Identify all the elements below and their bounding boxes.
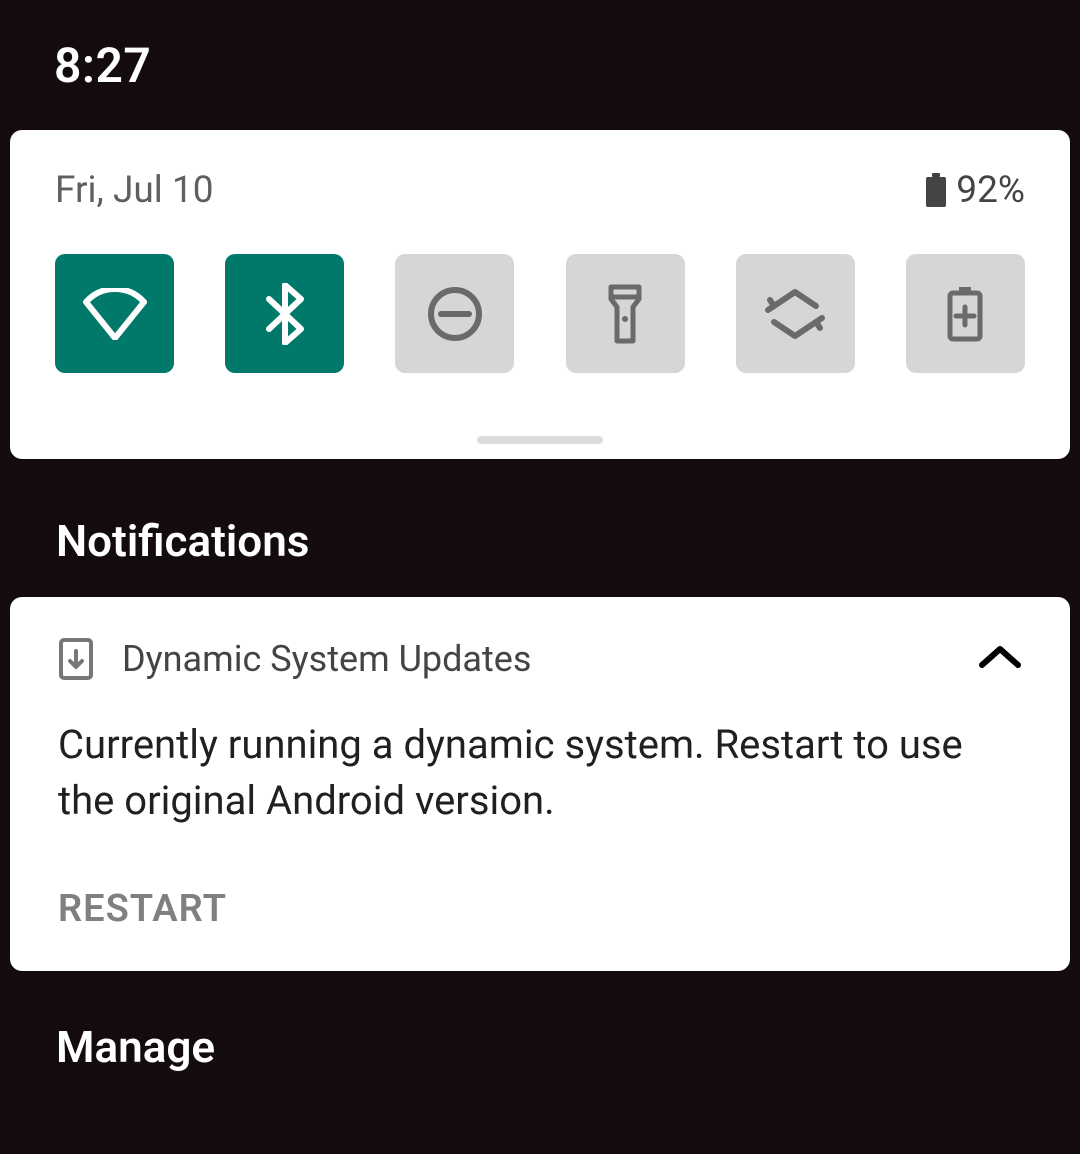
notifications-header: Notifications	[0, 459, 1080, 567]
notification-card[interactable]: Dynamic System Updates Currently running…	[10, 597, 1070, 971]
notification-body: Currently running a dynamic system. Rest…	[58, 717, 1022, 829]
tile-auto-rotate[interactable]	[736, 254, 855, 373]
tile-battery-saver[interactable]	[906, 254, 1025, 373]
status-bar: 8:27	[0, 0, 1080, 130]
system-update-icon	[58, 637, 94, 681]
date-label: Fri, Jul 10	[55, 169, 214, 212]
restart-button[interactable]: RESTART	[58, 887, 227, 931]
qs-tiles	[55, 254, 1025, 373]
flashlight-icon	[605, 283, 645, 345]
battery-percent: 92%	[956, 169, 1025, 212]
notification-app-name: Dynamic System Updates	[122, 638, 531, 680]
qs-header: Fri, Jul 10 92%	[55, 160, 1025, 220]
tile-dnd[interactable]	[395, 254, 514, 373]
chevron-up-icon	[978, 643, 1022, 671]
collapse-button[interactable]	[978, 643, 1022, 675]
tile-bluetooth[interactable]	[225, 254, 344, 373]
tile-flashlight[interactable]	[566, 254, 685, 373]
quick-settings-panel: Fri, Jul 10 92%	[10, 130, 1070, 459]
notification-header: Dynamic System Updates	[58, 637, 1022, 681]
clock: 8:27	[54, 37, 151, 94]
battery-saver-icon	[946, 285, 984, 343]
drag-handle[interactable]	[477, 436, 603, 444]
dnd-icon	[427, 286, 483, 342]
battery-icon	[926, 173, 946, 207]
battery-status: 92%	[926, 169, 1025, 212]
bluetooth-icon	[265, 283, 305, 345]
tile-wifi[interactable]	[55, 254, 174, 373]
wifi-icon	[82, 288, 148, 340]
manage-button[interactable]: Manage	[0, 971, 1080, 1073]
auto-rotate-icon	[764, 288, 826, 340]
